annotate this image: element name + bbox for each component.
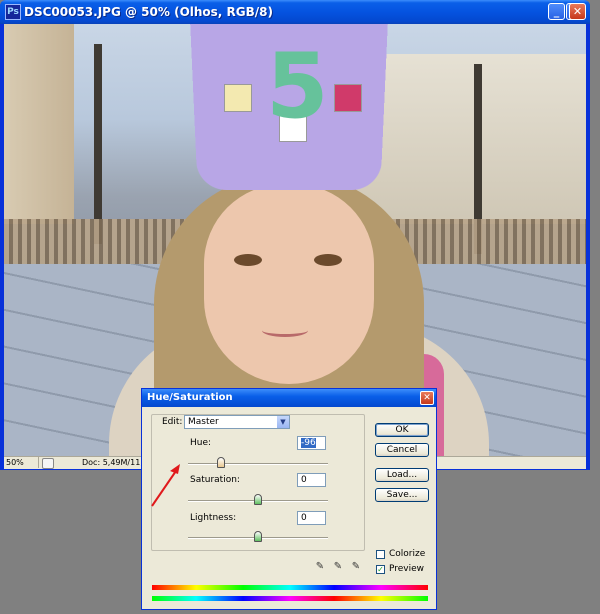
dialog-close-button[interactable]: ✕ <box>420 391 434 405</box>
colorize-checkbox[interactable] <box>376 550 385 559</box>
edit-label: Edit: <box>162 417 183 427</box>
save-button[interactable]: Save... <box>375 488 429 502</box>
hue-slider-track[interactable] <box>188 463 328 465</box>
face <box>204 184 374 384</box>
hue-value: -96 <box>301 438 316 448</box>
crown-number: 5 <box>266 34 329 139</box>
saturation-value: 0 <box>301 475 307 485</box>
window-title: DSC00053.JPG @ 50% (Olhos, RGB/8) <box>24 5 273 19</box>
lightness-label: Lightness: <box>190 513 237 523</box>
load-button[interactable]: Load... <box>375 468 429 482</box>
hue-spectrum-original <box>152 585 428 590</box>
saturation-slider-thumb[interactable] <box>254 494 262 505</box>
hue-saturation-dialog: Hue/Saturation ✕ Edit: Master ▼ Hue: -96… <box>141 388 437 610</box>
hue-spectrum-adjusted <box>152 596 428 601</box>
lightness-input[interactable]: 0 <box>297 511 326 525</box>
chevron-down-icon[interactable]: ▼ <box>277 416 289 428</box>
hue-slider-thumb[interactable] <box>216 457 225 468</box>
crown-sticker <box>224 84 252 112</box>
photoshop-icon: Ps <box>5 4 21 20</box>
preview-label: Preview <box>389 564 425 574</box>
saturation-input[interactable]: 0 <box>297 473 326 487</box>
lightness-slider-thumb[interactable] <box>254 531 262 542</box>
preview-checkbox[interactable]: ✓ <box>376 565 385 574</box>
hue-input[interactable]: -96 <box>297 436 326 450</box>
mouth <box>262 324 308 337</box>
minimize-button[interactable]: _ <box>548 3 565 20</box>
eyedropper-minus-icon[interactable]: ✎ <box>350 561 362 573</box>
title-bar[interactable]: Ps DSC00053.JPG @ 50% (Olhos, RGB/8) _ □ <box>0 0 590 24</box>
building-right <box>356 54 586 224</box>
edit-select[interactable]: Master ▼ <box>184 415 290 429</box>
close-button[interactable]: ✕ <box>569 3 586 20</box>
edit-select-value: Master <box>188 417 219 427</box>
colorize-label: Colorize <box>389 549 426 559</box>
hue-label: Hue: <box>190 438 212 448</box>
dialog-title-bar[interactable]: Hue/Saturation ✕ <box>142 389 436 407</box>
ok-button[interactable]: OK <box>375 423 429 437</box>
eyedropper-plus-icon[interactable]: ✎ <box>332 561 344 573</box>
status-menu-icon[interactable] <box>42 458 54 469</box>
left-eye <box>234 254 262 266</box>
crown-sticker <box>334 84 362 112</box>
tree-trunk <box>94 44 102 244</box>
lightness-value: 0 <box>301 513 307 523</box>
eyedropper-icon[interactable]: ✎ <box>314 561 326 573</box>
saturation-label: Saturation: <box>190 475 240 485</box>
zoom-level[interactable]: 50% <box>4 457 39 468</box>
cancel-button[interactable]: Cancel <box>375 443 429 457</box>
dialog-title: Hue/Saturation <box>147 392 233 403</box>
building-left <box>4 24 74 224</box>
right-eye <box>314 254 342 266</box>
